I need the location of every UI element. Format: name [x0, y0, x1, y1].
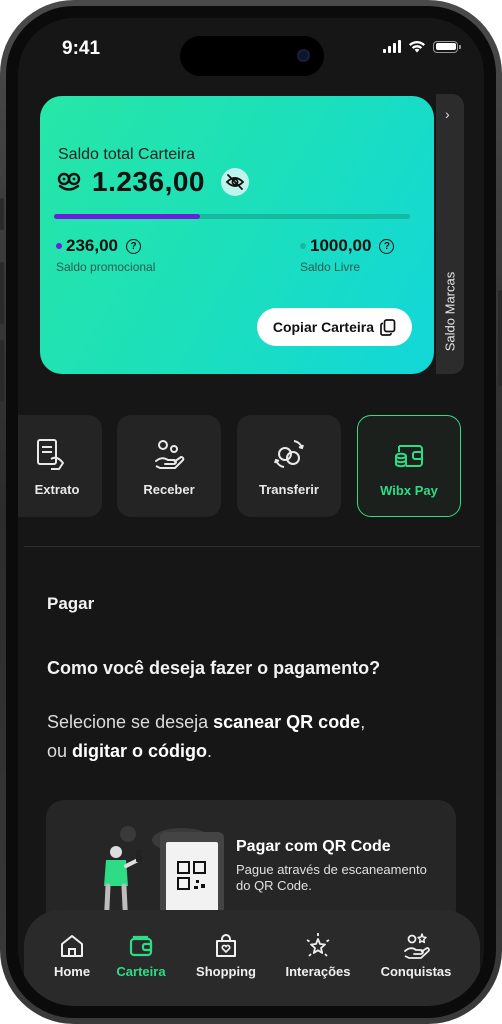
- brands-balance-label: Saldo Marcas: [442, 271, 458, 352]
- battery-icon: [433, 40, 461, 53]
- side-button-volume-up: [0, 262, 4, 324]
- help-icon[interactable]: ?: [126, 238, 141, 254]
- nav-conquistas[interactable]: Conquistas: [378, 932, 454, 979]
- wallet-icon: [129, 935, 153, 957]
- side-button-volume-down: [0, 340, 4, 402]
- pay-desc-text: Selecione se deseja: [47, 712, 214, 732]
- status-icons: [383, 40, 461, 53]
- free-amount: 1000,00: [310, 236, 372, 255]
- copy-wallet-label: Copiar Carteira: [272, 319, 374, 335]
- nav-label: Shopping: [196, 964, 256, 979]
- promo-amount: 236,00: [66, 236, 118, 255]
- screen: 9:41 Saldo total Carteira 1.236,00 236,0…: [18, 18, 484, 1006]
- balance-split-fill: [54, 214, 200, 219]
- wallet-title: Saldo total Carteira: [58, 146, 195, 163]
- nav-home[interactable]: Home: [48, 932, 96, 979]
- home-icon: [61, 935, 83, 957]
- pay-desc-text: ou: [47, 741, 73, 761]
- promo-label: Saldo promocional: [56, 260, 156, 274]
- free-dot: [300, 243, 306, 249]
- action-label: Transferir: [259, 482, 319, 497]
- copy-icon: [380, 318, 396, 336]
- pay-desc-bold: digitar o código: [72, 741, 208, 761]
- dynamic-island: [180, 36, 324, 76]
- wibx-coin-icon: [57, 172, 81, 191]
- pay-desc-text: .: [207, 741, 213, 761]
- front-camera: [297, 49, 310, 62]
- pay-desc-text: ,: [360, 712, 366, 732]
- status-bar: 9:41: [18, 18, 484, 78]
- nav-label: Home: [53, 964, 91, 979]
- action-label: Extrato: [34, 482, 80, 497]
- total-balance-row: 1.236,00: [56, 166, 249, 198]
- achievement-hand-icon: [404, 933, 430, 959]
- side-button-power: [498, 290, 502, 386]
- receive-hand-icon: [155, 440, 185, 469]
- action-label: Receber: [143, 482, 195, 497]
- wallet-coins-icon: [395, 445, 423, 468]
- copy-wallet-button[interactable]: Copiar Carteira: [256, 308, 412, 346]
- brands-balance-tab[interactable]: › Saldo Marcas: [436, 94, 464, 374]
- side-button-action: [0, 198, 4, 230]
- transfer-coins-icon: [274, 440, 304, 468]
- nav-shopping[interactable]: Shopping: [194, 932, 258, 979]
- bottom-navigation: Home Carteira Shopping Interações Conqui…: [24, 910, 480, 1006]
- hide-balance-button[interactable]: [221, 168, 249, 196]
- action-wibx-pay[interactable]: Wibx Pay: [357, 415, 461, 517]
- quick-actions: Extrato Receber Transferir Wibx Pay: [18, 415, 484, 519]
- action-receber[interactable]: Receber: [117, 415, 221, 517]
- nav-label: Interações: [285, 964, 351, 979]
- chevron-right-icon: ›: [445, 106, 450, 122]
- free-balance: 1000,00 ? Saldo Livre: [300, 236, 395, 274]
- pay-description: Selecione se deseja scanear QR code, ou …: [47, 708, 365, 766]
- section-divider: [24, 546, 480, 547]
- free-label: Saldo Livre: [300, 260, 361, 274]
- qr-card-title: Pagar com QR Code: [236, 838, 391, 855]
- help-icon[interactable]: ?: [379, 238, 395, 254]
- nav-carteira[interactable]: Carteira: [112, 932, 170, 979]
- pay-question: Como você deseja fazer o pagamento?: [47, 658, 381, 678]
- balance-split-bar: [54, 214, 410, 219]
- pay-desc-bold: scanear QR code: [213, 712, 361, 732]
- action-label: Wibx Pay: [380, 483, 438, 498]
- promo-balance: 236,00 ? Saldo promocional: [56, 236, 155, 274]
- wifi-icon: [409, 41, 425, 53]
- cellular-signal-icon: [383, 40, 401, 53]
- wallet-balance-card: Saldo total Carteira 1.236,00 236,00 ? S…: [40, 96, 434, 374]
- nav-label: Carteira: [116, 964, 166, 979]
- shopping-bag-icon: [216, 934, 236, 957]
- qr-card-subtitle: Pague através de escaneamento do QR Code…: [236, 862, 427, 893]
- total-balance: 1.236,00: [92, 166, 205, 197]
- action-transferir[interactable]: Transferir: [237, 415, 341, 517]
- nav-label: Conquistas: [380, 964, 452, 979]
- status-time: 9:41: [62, 38, 101, 59]
- pay-heading: Pagar: [47, 594, 95, 613]
- nav-interacoes[interactable]: Interações: [280, 932, 356, 979]
- action-extrato[interactable]: Extrato: [18, 415, 102, 517]
- sparkle-star-icon: [306, 933, 330, 957]
- receipt-hand-icon: [37, 439, 64, 470]
- promo-dot: [56, 243, 62, 249]
- eye-off-icon: [225, 174, 245, 190]
